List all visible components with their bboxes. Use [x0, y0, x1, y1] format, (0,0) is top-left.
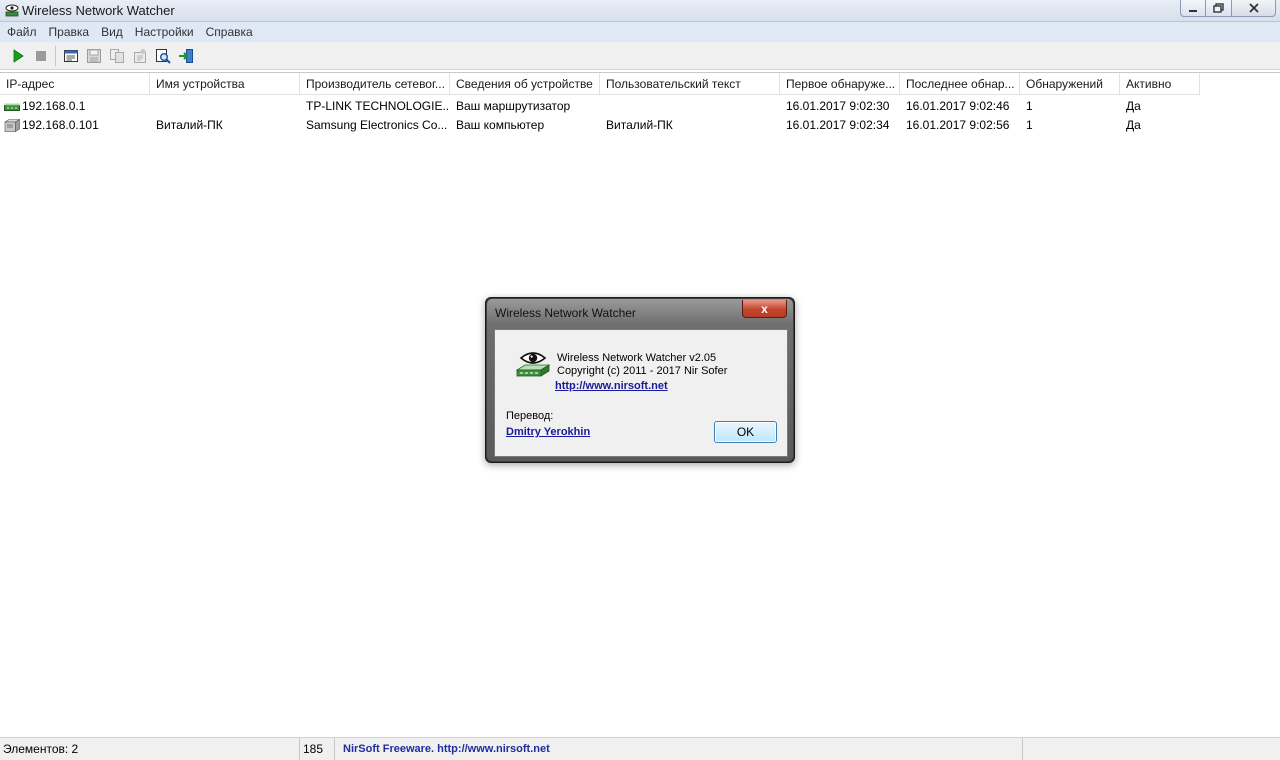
status-nirsoft-link[interactable]: NirSoft Freeware. http://www.nirsoft.net: [335, 737, 1023, 760]
cell-active: Да: [1126, 99, 1141, 113]
network-device-icon: [5, 4, 19, 17]
save-button[interactable]: [82, 45, 105, 67]
html-report-button[interactable]: [59, 45, 82, 67]
cell-ip-address: 192.168.0.1: [0, 97, 150, 116]
cell-first-detected: 16.01.2017 9:02:34: [786, 118, 890, 132]
cell-device-name: [150, 97, 300, 116]
close-icon: x: [761, 301, 768, 316]
properties-button[interactable]: [128, 45, 151, 67]
cell-ip-address: 192.168.0.101: [0, 116, 150, 135]
window-controls: [1180, 0, 1276, 18]
ip-address-text: 192.168.0.101: [22, 118, 99, 132]
router-icon: [4, 103, 20, 111]
menu-help[interactable]: Справка: [200, 22, 259, 42]
cell-user-text: Виталий-ПК: [606, 118, 673, 132]
save-icon: [86, 48, 101, 63]
cell-device-info: Ваш компьютер: [456, 118, 545, 132]
close-icon: [1248, 3, 1259, 13]
menu-view[interactable]: Вид: [95, 22, 129, 42]
ip-address-text: 192.168.0.1: [22, 99, 86, 113]
window-title: Wireless Network Watcher: [22, 3, 175, 18]
minimize-icon: [1189, 10, 1197, 12]
column-device-name[interactable]: Имя устройства: [150, 73, 300, 95]
play-icon: [13, 48, 24, 63]
column-active[interactable]: Активно: [1120, 73, 1200, 95]
cell-device-info: Ваш маршрутизатор: [456, 99, 571, 113]
copyright-line: Copyright (c) 2011 - 2017 Nir Sofer: [557, 365, 728, 377]
toolbar: [0, 42, 1280, 70]
website-link[interactable]: http://www.nirsoft.net: [555, 380, 668, 392]
cell-detection-count: 1: [1026, 118, 1033, 132]
computer-icon: [4, 119, 20, 132]
close-button[interactable]: [1232, 0, 1276, 17]
exit-button[interactable]: [174, 45, 197, 67]
dialog-body: Wireless Network Watcher v2.05 Copyright…: [494, 329, 788, 457]
translator-link[interactable]: Dmitry Yerokhin: [506, 426, 590, 438]
dialog-close-button[interactable]: x: [742, 300, 787, 318]
title-bar[interactable]: Wireless Network Watcher: [0, 0, 1280, 22]
version-line: Wireless Network Watcher v2.05: [557, 352, 717, 364]
column-last-detected[interactable]: Последнее обнар...: [900, 73, 1020, 95]
dialog-frame[interactable]: Wireless Network Watcher x Wireless Netw…: [487, 299, 793, 461]
cell-last-detected: 16.01.2017 9:02:46: [906, 99, 1010, 113]
stop-scan-button[interactable]: [29, 45, 52, 67]
exit-icon: [178, 48, 193, 63]
translator-label: Перевод:: [506, 410, 554, 422]
column-ip-address[interactable]: IP-адрес: [0, 73, 150, 95]
list-header: IP-адрес Имя устройства Производитель се…: [0, 73, 1200, 95]
minimize-button[interactable]: [1180, 0, 1206, 17]
about-info: Wireless Network Watcher v2.05 Copyright…: [557, 352, 727, 378]
cell-active: Да: [1126, 118, 1141, 132]
table-row[interactable]: 192.168.0.101 Виталий-ПК Samsung Electro…: [0, 116, 1200, 135]
menu-edit[interactable]: Правка: [43, 22, 96, 42]
cell-adapter-company: Samsung Electronics Co...: [306, 118, 448, 132]
stop-icon: [35, 50, 46, 61]
column-adapter-company[interactable]: Производитель сетевог...: [300, 73, 450, 95]
find-icon: [155, 48, 171, 64]
cell-device-name: Виталий-ПК: [156, 118, 223, 132]
column-first-detected[interactable]: Первое обнаруже...: [780, 73, 900, 95]
cell-first-detected: 16.01.2017 9:02:30: [786, 99, 890, 113]
column-detection-count[interactable]: Обнаружений: [1020, 73, 1120, 95]
column-device-info[interactable]: Сведения об устройстве: [450, 73, 600, 95]
cell-detection-count: 1: [1026, 99, 1033, 113]
cell-last-detected: 16.01.2017 9:02:56: [906, 118, 1010, 132]
status-items-count: Элементов: 2: [0, 737, 300, 760]
restore-icon: [1212, 3, 1224, 13]
copy-button[interactable]: [105, 45, 128, 67]
start-scan-button[interactable]: [6, 45, 29, 67]
menu-options[interactable]: Настройки: [129, 22, 200, 42]
table-row[interactable]: 192.168.0.1 TP-LINK TECHNOLOGIE... Ваш м…: [0, 97, 1200, 116]
menu-file[interactable]: Файл: [1, 22, 43, 42]
status-counter: 185: [300, 737, 335, 760]
status-empty-part: [1023, 738, 1280, 760]
dialog-title: Wireless Network Watcher: [495, 306, 636, 320]
cell-user-text: [600, 97, 780, 116]
toolbar-separator: [55, 45, 56, 66]
ok-button[interactable]: OK: [714, 421, 777, 443]
restore-button[interactable]: [1206, 0, 1232, 17]
find-button[interactable]: [151, 45, 174, 67]
menu-bar: Файл Правка Вид Настройки Справка: [0, 22, 1280, 42]
copy-icon: [109, 48, 124, 63]
properties-icon: [133, 48, 146, 63]
status-bar: Элементов: 2 185 NirSoft Freeware. http:…: [0, 737, 1280, 760]
about-dialog: Wireless Network Watcher x Wireless Netw…: [485, 297, 795, 463]
report-icon: [63, 49, 78, 62]
eye-network-icon: [515, 352, 551, 377]
column-user-text[interactable]: Пользовательский текст: [600, 73, 780, 95]
cell-adapter-company: TP-LINK TECHNOLOGIE...: [306, 99, 450, 113]
